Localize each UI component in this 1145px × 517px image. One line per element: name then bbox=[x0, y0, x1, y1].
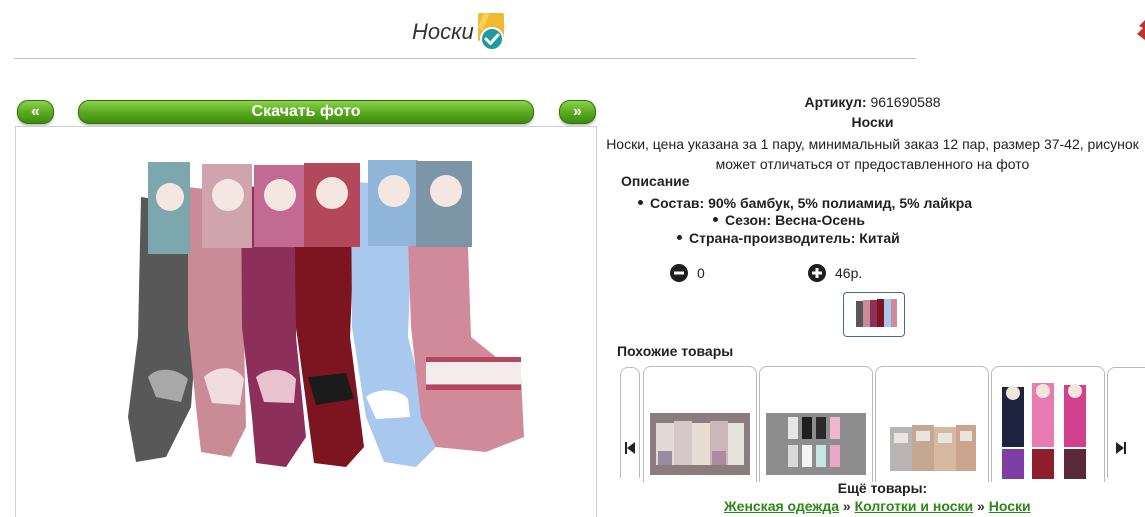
price-value: 46р. bbox=[835, 265, 863, 281]
breadcrumb-separator: » bbox=[842, 498, 851, 514]
product-name: Носки bbox=[851, 114, 894, 130]
product-thumbnail bbox=[766, 413, 866, 475]
description-line: Носки, цена указана за 1 пару, минимальн… bbox=[606, 136, 1139, 152]
breadcrumb: Женская одежда » Колготки и носки » Носк… bbox=[724, 498, 1031, 514]
breadcrumb-separator: » bbox=[977, 498, 985, 514]
breadcrumb-link[interactable]: Колготки и носки bbox=[855, 498, 974, 514]
verified-badge-icon bbox=[477, 13, 506, 51]
similar-product-card[interactable] bbox=[643, 366, 757, 482]
spec-item: Сезон: Весна-Осень bbox=[713, 212, 865, 228]
photo-thumbnail[interactable] bbox=[843, 292, 905, 337]
spec-text: Состав: 90% бамбук, 5% полиамид, 5% лайк… bbox=[650, 195, 973, 211]
more-products-heading: Ещё товары: bbox=[837, 480, 928, 496]
page-header: Носки bbox=[412, 12, 506, 52]
spec-text: Страна-производитель: Китай bbox=[689, 230, 900, 246]
prev-photo-button[interactable]: « bbox=[17, 100, 54, 124]
carousel-prev-button[interactable] bbox=[620, 367, 640, 478]
quantity-value: 0 bbox=[697, 265, 705, 281]
description-line: может отличаться от предоставленного на … bbox=[715, 156, 1030, 172]
product-thumbnail bbox=[1002, 383, 1086, 479]
product-photo bbox=[15, 126, 597, 517]
bullet-icon bbox=[638, 199, 643, 205]
download-photo-button[interactable]: Скачать фото bbox=[78, 100, 534, 124]
minus-circle-icon[interactable] bbox=[670, 264, 688, 282]
similar-product-card[interactable] bbox=[875, 366, 989, 482]
similar-product-card[interactable] bbox=[991, 366, 1105, 482]
spec-item: Состав: 90% бамбук, 5% полиамид, 5% лайк… bbox=[638, 195, 972, 211]
product-thumbnail bbox=[650, 413, 750, 475]
article-value: 961690588 bbox=[870, 94, 941, 110]
product-thumbnail bbox=[890, 425, 976, 471]
socks-image bbox=[128, 160, 524, 467]
skip-back-icon bbox=[625, 442, 635, 454]
next-photo-button[interactable]: » bbox=[559, 100, 596, 124]
plus-circle-icon[interactable] bbox=[808, 264, 826, 282]
description-heading: Описание bbox=[621, 173, 690, 189]
header-divider bbox=[14, 58, 916, 59]
article-line: Артикул: 961690588 bbox=[600, 94, 1145, 110]
similar-product-card[interactable] bbox=[759, 366, 873, 482]
spec-text: Сезон: Весна-Осень bbox=[725, 212, 865, 228]
breadcrumb-link[interactable]: Женская одежда bbox=[724, 498, 839, 514]
product-description: Носки, цена указана за 1 пару, минимальн… bbox=[600, 134, 1145, 174]
article-label: Артикул: bbox=[804, 94, 867, 110]
skip-forward-icon bbox=[1116, 442, 1126, 454]
partial-logo-icon bbox=[1137, 18, 1145, 40]
carousel-next-button[interactable] bbox=[1107, 367, 1145, 478]
page-title: Носки bbox=[412, 19, 474, 44]
bullet-icon bbox=[677, 234, 682, 240]
spec-item: Страна-производитель: Китай bbox=[677, 230, 900, 246]
bullet-icon bbox=[713, 216, 718, 222]
similar-products-heading: Похожие товары bbox=[617, 343, 734, 359]
breadcrumb-link[interactable]: Носки bbox=[989, 498, 1031, 514]
